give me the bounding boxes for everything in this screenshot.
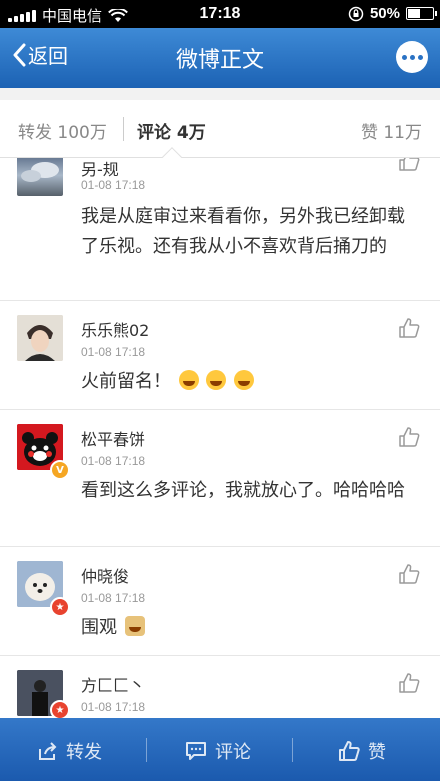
status-bar: 中国电信 17:18 50% [0,0,440,28]
like-label: 赞 [368,742,386,763]
tab-divider [123,117,124,141]
thumbs-up-icon[interactable] [398,672,420,694]
doge-emoji-icon [124,616,145,636]
like-button[interactable]: 赞 [338,738,386,764]
nav-bar: 返回 微博正文 [0,28,440,88]
sky-avatar-icon [21,162,59,182]
comment-author[interactable]: 方匚匚丶 [81,672,145,696]
status-right: 50% [348,5,437,22]
thumbs-up-icon [339,741,360,761]
tab-like[interactable]: 赞 11万 [361,118,422,143]
more-dot [409,54,415,60]
more-button[interactable] [396,41,428,73]
verified-badge-icon: V [50,460,70,480]
bottom-toolbar: 转发 评论 赞 [0,718,440,781]
comment-item: V 松平春饼 01-08 17:18 看到这么多评论，我就放心了。哈哈哈哈 [0,410,440,547]
more-dot [401,54,407,60]
repost-button[interactable]: 转发 [38,738,102,764]
toolbar-divider [292,738,293,762]
comment-time: 01-08 17:18 [81,345,146,359]
laugh-cry-emoji-icon [178,370,199,390]
comment-text: 火前留名！ [81,371,171,392]
comment-item: ★ 方匚匚丶 01-08 17:18 [0,656,440,718]
comment-author[interactable]: 松平春饼 [81,426,145,450]
comment-author[interactable]: 乐乐熊02 [81,317,149,341]
thumbs-up-icon[interactable] [398,158,420,172]
comment-text-row: 围观 [81,613,416,643]
thumbs-up-icon[interactable] [398,563,420,585]
page-title: 微博正文 [175,48,264,73]
comment-button[interactable]: 评论 [185,738,251,764]
comment-author[interactable]: 另-规 [81,158,119,180]
repost-label: 转发 [66,742,102,763]
comment-bubble-icon [186,742,206,760]
comment-text: 看到这么多评论，我就放心了。哈哈哈哈 [81,480,405,501]
comment-time: 01-08 17:18 [81,178,146,192]
comment-time: 01-08 17:18 [81,454,146,468]
comment-author[interactable]: 仲晓俊 [81,563,129,587]
comment-text: 我是从庭审过来看看你，另外我已经卸载了乐视。还有我从小不喜欢背后捅刀的 [81,206,405,257]
person-avatar-icon [17,315,63,361]
avatar[interactable] [17,315,63,361]
laugh-cry-emoji-icon [206,370,227,390]
more-dot [417,54,423,60]
comment-text: 围观 [81,617,117,638]
rotation-lock-icon [348,6,364,21]
comment-time: 01-08 17:18 [81,700,146,714]
thumbs-up-icon[interactable] [398,426,420,448]
tab-comment[interactable]: 评论 4万 [137,118,206,143]
star-badge-icon: ★ [50,700,70,718]
comment-item: 另-规 01-08 17:18 我是从庭审过来看看你，另外我已经卸载了乐视。还有… [0,158,440,301]
comment-item: 乐乐熊02 01-08 17:18 火前留名！ [0,301,440,410]
star-badge-icon: ★ [50,597,70,617]
toolbar-divider [146,738,147,762]
comment-list[interactable]: 另-规 01-08 17:18 我是从庭审过来看看你，另外我已经卸载了乐视。还有… [0,158,440,718]
thumbs-up-icon[interactable] [398,317,420,339]
comment-time: 01-08 17:18 [81,591,146,605]
tabs-bar: 转发 100万 评论 4万 赞 11万 [0,100,440,158]
share-icon [39,742,57,760]
battery-icon [406,7,437,20]
avatar[interactable] [17,158,63,196]
comment-item: ★ 仲晓俊 01-08 17:18 围观 [0,547,440,656]
battery-percent: 50% [369,5,400,22]
comment-label: 评论 [215,742,251,763]
comment-text-row: 火前留名！ [81,367,416,397]
tab-repost[interactable]: 转发 100万 [18,118,107,143]
laugh-cry-emoji-icon [234,370,255,390]
